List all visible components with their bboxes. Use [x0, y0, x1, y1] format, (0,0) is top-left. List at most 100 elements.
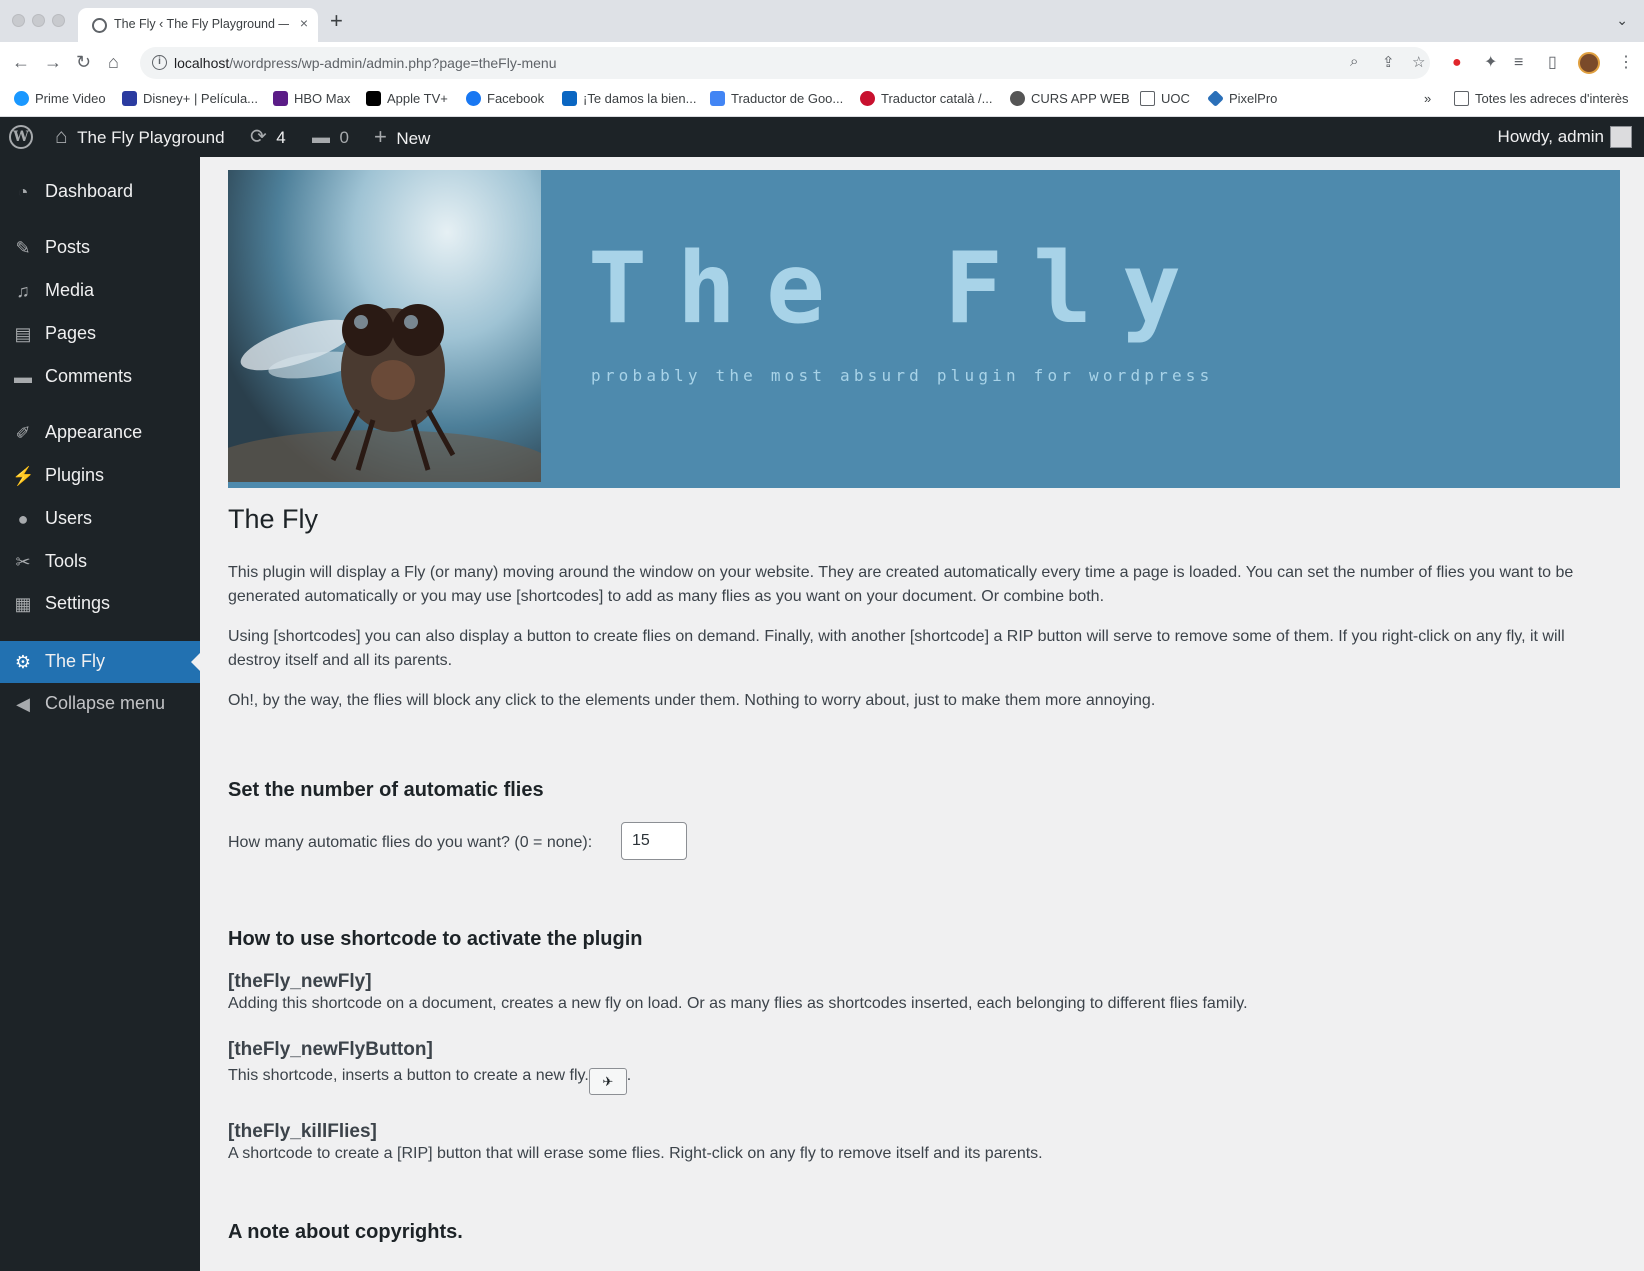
tab-search-chevron-icon[interactable]: ⌄ [1616, 12, 1628, 29]
bookmark-label: Apple TV+ [387, 91, 448, 106]
pin-icon: ✎ [15, 238, 31, 258]
extensions-puzzle-icon[interactable]: ✦ [1484, 54, 1497, 72]
opera-extension-icon[interactable]: ● [1452, 54, 1462, 72]
menu-item-media[interactable]: ♫ Media [0, 270, 200, 312]
plug-icon: ⚡ [12, 466, 35, 486]
plus-icon: + [374, 124, 387, 149]
howdy-label: Howdy, admin [1497, 127, 1604, 146]
reading-list-icon[interactable]: ≡ [1514, 54, 1523, 72]
new-fly-button[interactable]: ✈ [588, 1068, 627, 1095]
admin-bar-new[interactable]: + New [374, 117, 430, 157]
shortcode-description-row: This shortcode, inserts a button to crea… [228, 1065, 1620, 1095]
bookmark-label: Facebook [487, 91, 545, 106]
menu-label: Tools [45, 551, 88, 571]
admin-bar-account[interactable]: Howdy, admin [1498, 117, 1604, 157]
tab-close-icon[interactable]: × [300, 15, 308, 31]
intro-paragraph: This plugin will display a Fly (or many)… [228, 564, 1574, 605]
shortcode-description: Adding this shortcode on a document, cre… [228, 995, 1248, 1012]
shortcode-description: This shortcode, inserts a button to crea… [228, 1067, 589, 1084]
bookmarks-overflow-button[interactable]: » [1424, 91, 1431, 106]
folder-icon [1454, 91, 1469, 106]
prime-video-icon [14, 91, 29, 106]
plugin-banner: The Fly probably the most absurd plugin … [228, 170, 1620, 488]
window-minimize-button[interactable] [32, 14, 45, 27]
bookmark-label: CURS APP WEB [1031, 91, 1130, 106]
copyright-heading: A note about copyrights. [228, 1221, 463, 1243]
profile-avatar[interactable] [1578, 52, 1600, 74]
admin-bar-site-name[interactable]: ⌂ The Fly Playground [55, 117, 225, 157]
site-info-icon[interactable]: i [152, 55, 167, 70]
browser-tab-active[interactable]: The Fly ‹ The Fly Playground — × [78, 8, 318, 42]
admin-avatar[interactable] [1610, 126, 1632, 148]
window-zoom-button[interactable] [52, 14, 65, 27]
bookmark-hbo-max[interactable]: HBO Max [273, 91, 350, 106]
menu-item-appearance[interactable]: ✐ Appearance [0, 412, 200, 454]
shortcode-heading: How to use shortcode to activate the plu… [228, 928, 643, 950]
collapse-menu-button[interactable]: ◀ Collapse menu [0, 683, 200, 725]
menu-item-the-fly[interactable]: ⚙ The Fly [0, 641, 200, 683]
comments-count: 0 [339, 128, 349, 147]
bookmark-star-icon[interactable]: ☆ [1412, 53, 1425, 71]
gear-icon: ⚙ [14, 652, 32, 672]
bookmark-prime-video[interactable]: Prime Video [14, 91, 106, 106]
collapse-icon: ◀ [16, 694, 30, 714]
home-button[interactable]: ⌂ [108, 51, 119, 73]
hbo-max-icon [273, 91, 288, 106]
window-close-button[interactable] [12, 14, 25, 27]
softcatala-icon [860, 91, 875, 106]
menu-item-settings[interactable]: ▦ Settings [0, 583, 200, 625]
bookmark-label: ¡Te damos la bien... [583, 91, 697, 106]
auto-flies-heading: Set the number of automatic flies [228, 779, 544, 801]
side-panel-icon[interactable]: ▯ [1548, 54, 1557, 72]
menu-label: Media [45, 280, 95, 300]
admin-bar-updates[interactable]: ⟳ 4 [250, 117, 286, 157]
menu-item-posts[interactable]: ✎ Posts [0, 227, 200, 269]
menu-label: Pages [45, 323, 97, 343]
new-tab-button[interactable]: + [330, 9, 343, 33]
bookmark-google-translate[interactable]: Traductor de Goo... [710, 91, 843, 106]
bookmark-linkedin[interactable]: ¡Te damos la bien... [562, 91, 696, 106]
bookmark-label: Prime Video [35, 91, 106, 106]
bookmark-other-folder[interactable]: Totes les adreces d'interès [1454, 91, 1629, 106]
back-button[interactable]: ← [12, 51, 30, 73]
bookmark-curs-app-web[interactable]: CURS APP WEB [1010, 91, 1130, 106]
wrench-icon: ✂ [15, 552, 31, 572]
new-label: New [396, 129, 431, 148]
menu-item-tools[interactable]: ✂ Tools [0, 541, 200, 583]
url-path: /wordpress/wp-admin/admin.php?page=theFl… [229, 55, 557, 71]
bookmark-uoc-folder[interactable]: UOC [1140, 91, 1190, 106]
dashboard-icon: ◔ [17, 182, 29, 202]
zoom-icon[interactable]: ⌕ [1350, 53, 1358, 70]
menu-item-dashboard[interactable]: ◔ Dashboard [0, 171, 200, 213]
menu-item-users[interactable]: ● Users [0, 498, 200, 540]
page-title: The Fly [228, 504, 319, 534]
auto-flies-input[interactable] [621, 822, 687, 860]
tab-title: The Fly ‹ The Fly Playground — [114, 17, 289, 31]
bookmark-pixelpro[interactable]: PixelPro [1207, 90, 1277, 107]
bookmark-facebook[interactable]: Facebook [466, 91, 544, 106]
wordpress-favicon-icon [92, 18, 107, 33]
address-bar[interactable]: i localhost/wordpress/wp-admin/admin.php… [140, 47, 1430, 79]
settings-icon: ▦ [14, 594, 32, 614]
disney-plus-icon [122, 91, 137, 106]
address-url[interactable]: localhost/wordpress/wp-admin/admin.php?p… [174, 55, 557, 71]
bookmark-label: HBO Max [294, 91, 351, 106]
menu-item-pages[interactable]: ▤ Pages [0, 313, 200, 355]
folder-icon [1140, 91, 1155, 106]
bookmark-traductor-catala[interactable]: Traductor català /... [860, 91, 993, 106]
linkedin-icon [562, 91, 577, 106]
forward-button[interactable]: → [44, 51, 62, 73]
wordpress-logo-icon[interactable]: W [9, 125, 33, 149]
admin-bar-comments[interactable]: ▬ 0 [312, 117, 349, 157]
reload-button[interactable]: ↻ [76, 51, 91, 73]
bookmark-apple-tv[interactable]: Apple TV+ [366, 91, 448, 106]
menu-label: Plugins [45, 465, 105, 485]
menu-label: Dashboard [45, 181, 134, 201]
bookmark-disney-plus[interactable]: Disney+ | Película... [122, 91, 258, 106]
menu-item-comments[interactable]: ▬ Comments [0, 356, 200, 398]
menu-label: Users [45, 508, 93, 528]
share-icon[interactable]: ⇪ [1382, 53, 1395, 71]
menu-item-plugins[interactable]: ⚡ Plugins [0, 455, 200, 497]
updates-icon: ⟳ [250, 126, 267, 148]
browser-menu-icon[interactable]: ⋮ [1618, 54, 1634, 72]
